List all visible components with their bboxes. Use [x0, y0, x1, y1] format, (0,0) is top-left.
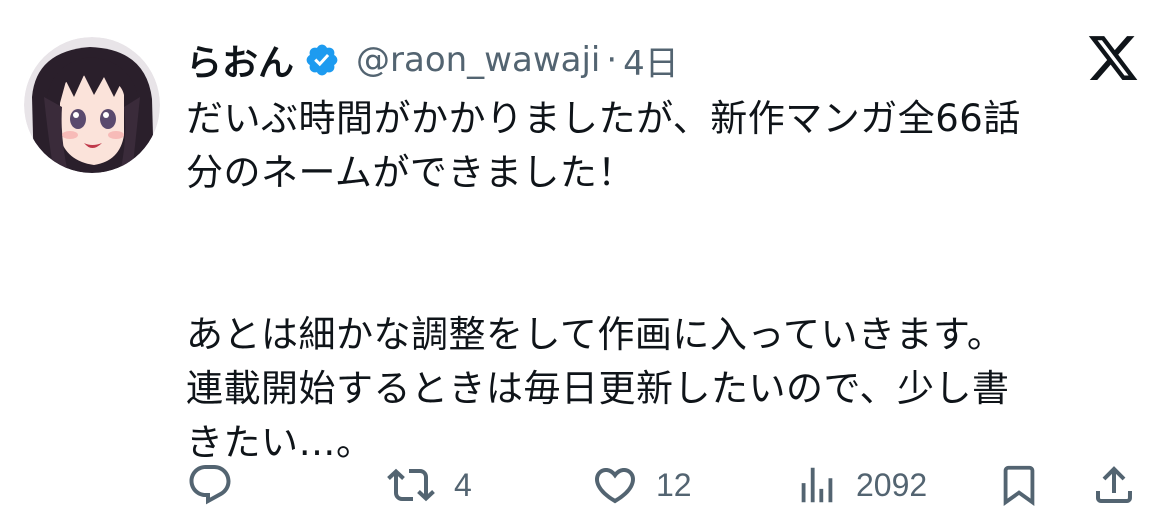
- bookmark-button[interactable]: [996, 455, 1042, 515]
- separator-dot: ·: [606, 40, 618, 80]
- display-name[interactable]: らおん: [186, 34, 294, 86]
- verified-badge-icon: [304, 42, 340, 78]
- heart-icon: [590, 461, 640, 509]
- tweet-text: だいぶ時間がかかりましたが、新作マンガ全66話 分のネームができました！ あとは…: [186, 92, 1146, 470]
- retweet-icon: [384, 461, 438, 509]
- views-button[interactable]: 2092: [794, 455, 927, 515]
- bookmark-icon: [996, 460, 1042, 510]
- like-count: 12: [656, 466, 692, 503]
- share-button[interactable]: [1090, 455, 1138, 515]
- retweet-button[interactable]: 4: [384, 455, 472, 515]
- tweet-text-line: 分のネームができました！: [186, 151, 635, 194]
- tweet-timestamp[interactable]: 4日: [623, 36, 679, 85]
- action-bar: 4 12 2092: [0, 455, 1170, 515]
- tweet-text-line: あとは細かな調整をして作画に入っていきます。: [186, 313, 1005, 356]
- reply-button[interactable]: [186, 455, 234, 515]
- tweet-header: らおん @raon_wawaji · 4日: [186, 30, 679, 90]
- views-icon: [794, 461, 840, 509]
- user-handle[interactable]: @raon_wawaji: [356, 40, 600, 80]
- avatar[interactable]: [24, 37, 160, 173]
- tweet-text-line: 連載開始するときは毎日更新したいので、少し書: [186, 367, 1010, 410]
- reply-icon: [186, 461, 234, 509]
- like-button[interactable]: 12: [590, 455, 692, 515]
- tweet-card: らおん @raon_wawaji · 4日 だいぶ時間がかかりましたが、新作マン…: [0, 0, 1170, 520]
- tweet-text-line: だいぶ時間がかかりましたが、新作マンガ全66話: [186, 97, 1021, 140]
- retweet-count: 4: [454, 466, 472, 503]
- x-logo-icon[interactable]: [1086, 33, 1140, 83]
- views-count: 2092: [856, 466, 928, 503]
- share-icon: [1090, 461, 1138, 509]
